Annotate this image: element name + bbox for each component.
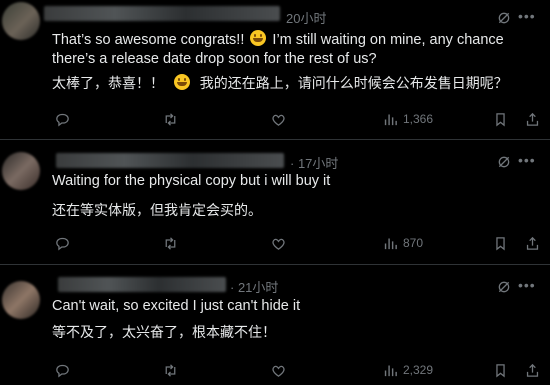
- bookmark-icon: [496, 112, 505, 126]
- share-button[interactable]: [524, 109, 541, 129]
- grok-icon[interactable]: [496, 10, 512, 26]
- reply-text-en: Can't wait, so excited I just can't hide…: [52, 298, 301, 314]
- grok-icon[interactable]: [496, 154, 512, 170]
- views-button[interactable]: 1,366: [382, 109, 433, 129]
- like-button[interactable]: [270, 109, 287, 129]
- retweet-icon: [165, 363, 176, 377]
- bookmark-icon: [496, 363, 505, 377]
- avatar[interactable]: [2, 281, 40, 319]
- reply-button[interactable]: [54, 360, 71, 380]
- retweet-button[interactable]: [162, 233, 179, 253]
- more-icon[interactable]: •••: [518, 278, 536, 296]
- retweet-button[interactable]: [162, 360, 179, 380]
- bookmark-button[interactable]: [492, 360, 509, 380]
- like-icon: [272, 114, 285, 126]
- reply-icon: [56, 237, 69, 250]
- views-button[interactable]: 2,329: [382, 360, 433, 380]
- bookmark-button[interactable]: [492, 233, 509, 253]
- reply-text-zh-part1: 太棒了，恭喜！！: [52, 75, 164, 91]
- reply-1[interactable]: 20小时 ••• That’s so awesome congrats!! I’…: [0, 0, 550, 140]
- timestamp[interactable]: · 17小时: [290, 153, 338, 172]
- retweet-icon: [165, 236, 176, 250]
- views-count: 2,329: [403, 363, 434, 377]
- action-bar: 1,366: [52, 109, 542, 129]
- action-bar: 870: [52, 233, 542, 253]
- bookmark-button[interactable]: [492, 109, 509, 129]
- share-icon: [526, 236, 539, 250]
- more-icon[interactable]: •••: [518, 9, 536, 27]
- share-icon: [526, 112, 539, 126]
- share-button[interactable]: [524, 233, 541, 253]
- share-icon: [526, 363, 539, 377]
- views-count: 1,366: [403, 112, 434, 126]
- reply-3[interactable]: · 21小时 ••• Can't wait, so excited I just…: [0, 265, 550, 385]
- reply-icon: [56, 364, 69, 377]
- author-name-blurred[interactable]: [56, 153, 284, 168]
- like-button[interactable]: [270, 233, 287, 253]
- reply-text-zh: 太棒了，恭喜！！ 我的还在路上，请问什么时候会公布发售日期呢？: [52, 74, 508, 93]
- reply-2[interactable]: · 17小时 ••• Waiting for the physical copy…: [0, 140, 550, 265]
- share-button[interactable]: [524, 360, 541, 380]
- timestamp[interactable]: 20小时: [286, 8, 326, 27]
- reply-text-zh: 等不及了，太兴奋了，根本藏不住！: [52, 324, 276, 340]
- views-count: 870: [403, 236, 424, 250]
- grin-emoji-icon: [250, 30, 267, 46]
- views-icon: [384, 114, 397, 125]
- retweet-button[interactable]: [162, 109, 179, 129]
- reply-button[interactable]: [54, 109, 71, 129]
- action-bar: 2,329: [52, 360, 542, 380]
- like-icon: [272, 365, 285, 377]
- avatar[interactable]: [2, 152, 40, 190]
- retweet-icon: [165, 112, 176, 126]
- timestamp[interactable]: · 21小时: [230, 277, 278, 296]
- reply-text-en: Waiting for the physical copy but i will…: [52, 173, 331, 189]
- views-button[interactable]: 870: [382, 233, 423, 253]
- reply-button[interactable]: [54, 233, 71, 253]
- reply-icon: [56, 113, 69, 126]
- views-icon: [384, 238, 397, 249]
- views-icon: [384, 365, 397, 376]
- grok-icon[interactable]: [496, 279, 512, 295]
- reply-text-en-part1: That’s so awesome congrats!!: [52, 32, 245, 48]
- more-icon[interactable]: •••: [518, 153, 536, 171]
- like-icon: [272, 238, 285, 250]
- author-name-blurred[interactable]: [58, 277, 226, 292]
- like-button[interactable]: [270, 360, 287, 380]
- bookmark-icon: [496, 236, 505, 250]
- grin-emoji-icon: [173, 74, 190, 90]
- avatar[interactable]: [2, 2, 40, 40]
- author-name-blurred[interactable]: [44, 6, 280, 21]
- reply-text-zh: 还在等实体版，但我肯定会买的。: [52, 202, 262, 218]
- reply-text-zh-part2: 我的还在路上，请问什么时候会公布发售日期呢？: [199, 75, 508, 91]
- reply-text-en: That’s so awesome congrats!! I’m still w…: [52, 30, 522, 69]
